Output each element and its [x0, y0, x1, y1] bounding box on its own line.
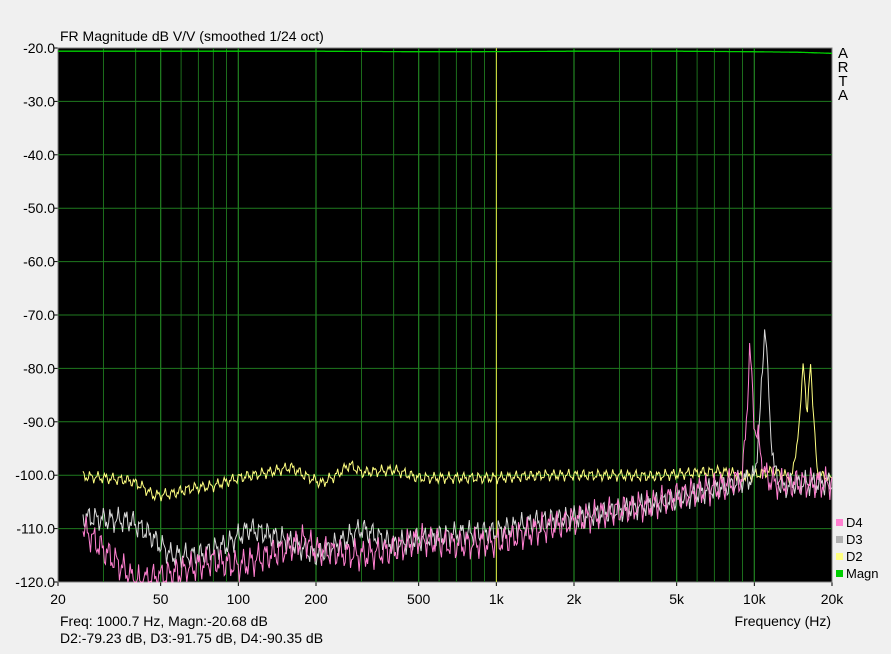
x-tick-label: 20k [821, 591, 845, 607]
legend-item-d2[interactable]: D2 [836, 548, 863, 565]
chart-title: FR Magnitude dB V/V (smoothed 1/24 oct) [60, 28, 324, 44]
y-tick-label: -30.0 [23, 93, 55, 109]
y-tick-label: -70.0 [23, 307, 55, 323]
x-tick-label: 500 [407, 591, 431, 607]
y-tick-label: -80.0 [23, 360, 55, 376]
arta-logo: A R T A [837, 46, 849, 104]
cursor-readout-distortion: D2:-79.23 dB, D3:-91.75 dB, D4:-90.35 dB [60, 630, 324, 646]
x-tick-label: 1k [489, 591, 505, 607]
y-axis-ticks: -20.0 -30.0 -40.0 -50.0 -60.0 -70.0 -80.0 -90.0… [15, 40, 58, 590]
legend-swatch [836, 553, 843, 560]
x-axis-ticks: 20 50 100 200 500 1k 2k 5k 10k 20k [50, 582, 844, 607]
legend-swatch [836, 519, 843, 526]
legend-label: Magn [846, 566, 879, 581]
x-axis-label: Frequency (Hz) [735, 613, 831, 629]
y-tick-label: -100.0 [15, 467, 55, 483]
x-tick-label: 100 [227, 591, 251, 607]
y-tick-label: -90.0 [23, 414, 55, 430]
y-tick-label: -50.0 [23, 200, 55, 216]
x-tick-label: 50 [153, 591, 169, 607]
legend-item-d3[interactable]: D3 [836, 531, 863, 548]
y-tick-label: -60.0 [23, 254, 55, 270]
y-tick-label: -110.0 [16, 521, 55, 537]
x-tick-label: 5k [669, 591, 685, 607]
x-tick-label: 10k [743, 591, 767, 607]
x-tick-label: 200 [304, 591, 328, 607]
x-tick-label: 20 [50, 591, 66, 607]
arta-letter: A [837, 87, 848, 104]
legend-swatch [836, 536, 843, 543]
y-tick-label: -40.0 [23, 147, 55, 163]
legend-label: D2 [846, 549, 863, 564]
cursor-readout-freq: Freq: 1000.7 Hz, Magn:-20.68 dB [60, 613, 268, 629]
legend-label: D4 [846, 515, 863, 530]
y-tick-label: -120.0 [15, 574, 55, 590]
legend-item-magn[interactable]: Magn [836, 565, 879, 582]
legend-swatch [836, 570, 843, 577]
legend-label: D3 [846, 532, 863, 547]
x-tick-label: 2k [567, 591, 583, 607]
chart-canvas: FR Magnitude dB V/V (smoothed 1/24 oct) … [15, 28, 844, 629]
y-tick-label: -20.0 [23, 40, 55, 56]
legend-item-d4[interactable]: D4 [836, 514, 863, 531]
